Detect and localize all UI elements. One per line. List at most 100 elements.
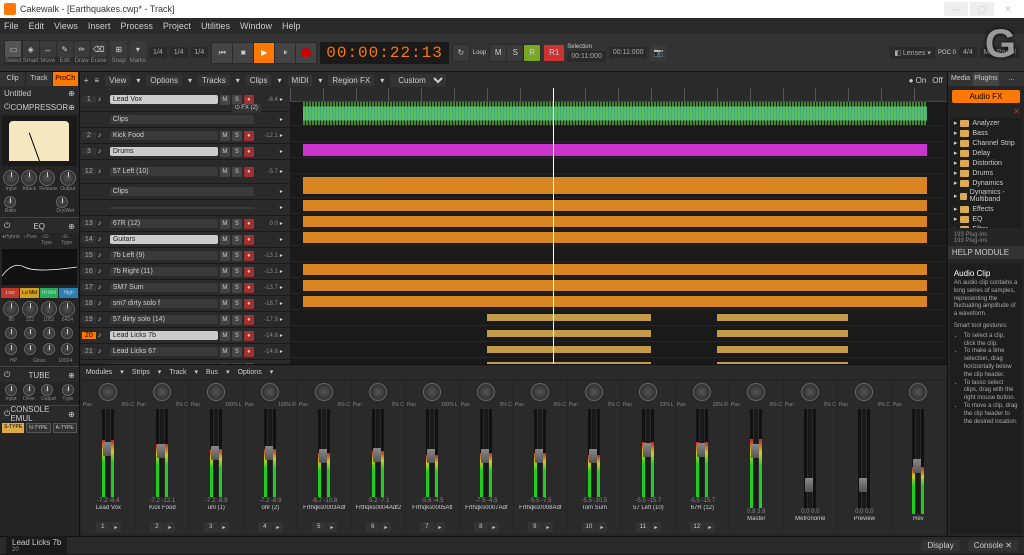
pan-knob[interactable] <box>531 383 549 401</box>
view-menu[interactable]: View <box>105 75 130 86</box>
power-icon[interactable]: ⏻ <box>4 221 10 231</box>
preset-name[interactable]: Untitled <box>4 89 31 98</box>
solo-button[interactable]: S <box>232 235 242 245</box>
menu-edit[interactable]: Edit <box>29 21 45 31</box>
strip-menu[interactable]: ▸ <box>543 522 553 532</box>
pan-knob[interactable] <box>477 383 495 401</box>
close-button[interactable]: ✕ <box>996 2 1020 16</box>
arm-button[interactable]: ● <box>244 315 254 325</box>
track-header[interactable]: 3 ♪ Drums MS● ▸ <box>80 144 290 160</box>
strip-menu[interactable]: ▸ <box>435 522 445 532</box>
audio-clip[interactable] <box>303 144 927 156</box>
audio-clip[interactable] <box>487 362 651 364</box>
browser-item[interactable]: ▸Bass <box>950 128 1022 138</box>
mute-button[interactable]: M <box>220 267 230 277</box>
track-name[interactable]: Lead Licks 7b <box>110 331 218 340</box>
strip-name[interactable]: ohr (2) <box>261 505 279 521</box>
arm-button[interactable]: ● <box>244 251 254 261</box>
clips-area[interactable] <box>290 88 947 364</box>
menu-insert[interactable]: Insert <box>88 21 111 31</box>
mixer-track-menu[interactable]: Track <box>169 369 186 376</box>
expand-arrow-icon[interactable]: ▸ <box>280 132 288 139</box>
audio-clip[interactable] <box>717 362 848 364</box>
audio-clip[interactable] <box>303 177 927 193</box>
audio-fx-button[interactable]: Audio FX <box>952 90 1020 103</box>
strip-name[interactable]: Frthqks0008Adf <box>519 505 561 521</box>
eq-q-2[interactable] <box>24 343 36 355</box>
track-name[interactable]: Lead Vox <box>110 95 218 104</box>
eq-gain-2[interactable] <box>24 327 36 339</box>
screenshot-button[interactable]: 📷 <box>650 45 666 61</box>
pan-knob[interactable] <box>315 383 333 401</box>
expand-arrow-icon[interactable]: ▸ <box>280 252 288 259</box>
expand-arrow-icon[interactable]: ▸ <box>280 348 288 355</box>
eq-freq-high[interactable] <box>59 301 75 317</box>
eq-graph[interactable] <box>2 249 77 285</box>
audio-clip[interactable] <box>303 264 927 275</box>
audio-clip[interactable] <box>717 346 848 354</box>
browser-item[interactable]: ▸Channel Strip <box>950 138 1022 148</box>
track-header[interactable]: ▸ <box>80 200 290 216</box>
mute-button[interactable]: M <box>220 131 230 141</box>
snap-value-2[interactable]: 1/4 <box>170 47 188 58</box>
pan-knob[interactable] <box>909 383 927 401</box>
rack-tab-track[interactable]: Track <box>26 72 52 86</box>
strip-name[interactable]: Frthqks0005Atl <box>412 505 452 521</box>
strip-name[interactable]: uhl (1) <box>208 505 225 521</box>
solo-button[interactable]: S <box>232 219 242 229</box>
clip-lane[interactable] <box>290 126 947 142</box>
strip-name[interactable]: Metronome <box>795 516 825 532</box>
strip-name[interactable]: 67R (12) <box>691 505 714 521</box>
clip-lane[interactable] <box>290 310 947 326</box>
mute-button[interactable]: M <box>220 347 230 357</box>
solo-button[interactable]: S <box>232 167 242 177</box>
browser-item[interactable]: ▸Dynamics - Multiband <box>950 188 1022 204</box>
mute-button[interactable]: M <box>220 283 230 293</box>
mute-button[interactable]: M <box>220 251 230 261</box>
track-name[interactable]: SM7 Sum <box>110 283 218 292</box>
track-header[interactable]: 18 ♪ sm7 dirty solo f MS● -18.7 ▸ <box>80 296 290 312</box>
arm-button[interactable]: ● <box>244 283 254 293</box>
browser-item[interactable]: ▸Analyzer <box>950 118 1022 128</box>
track-menu-button[interactable]: ≡ <box>95 76 100 85</box>
track-header[interactable]: Clips ▸ <box>80 112 290 128</box>
track-name[interactable]: Guitars <box>110 235 218 244</box>
solo-button[interactable]: S <box>232 315 242 325</box>
mixer-modules[interactable]: Modules <box>86 369 112 376</box>
tube-output[interactable] <box>41 384 53 396</box>
hp-label[interactable]: HP <box>1 358 26 364</box>
midi-menu[interactable]: MIDI <box>288 75 313 86</box>
track-name[interactable]: 7b Left (9) <box>110 251 218 260</box>
add-track-button[interactable]: + <box>84 76 89 85</box>
audio-clip[interactable] <box>303 232 927 243</box>
strip-menu[interactable]: ▸ <box>111 522 121 532</box>
rack-tab-proch[interactable]: ProCh <box>53 72 79 86</box>
solo-button[interactable]: S <box>232 251 242 261</box>
power-icon[interactable]: ⏻ <box>4 370 10 380</box>
arm-button[interactable]: ● <box>244 131 254 141</box>
clip-lane[interactable] <box>290 142 947 158</box>
expand-icon[interactable]: ⊕ <box>68 410 75 419</box>
track-name[interactable]: Kick Food <box>110 131 218 140</box>
expand-arrow-icon[interactable]: ▸ <box>280 220 288 227</box>
solo-button[interactable]: S <box>232 299 242 309</box>
tracks-menu[interactable]: Tracks <box>198 75 230 86</box>
snap-button[interactable]: ⊞ <box>111 41 127 57</box>
expand-arrow-icon[interactable]: ▸ <box>280 300 288 307</box>
expand-arrow-icon[interactable]: ▸ <box>280 268 288 275</box>
track-header[interactable]: 19 ♪ 57 dirty solo (14) MS● -17.9 ▸ <box>80 312 290 328</box>
eq-mode-etype[interactable]: ○E-Type <box>61 234 77 246</box>
strip-menu[interactable]: ▸ <box>705 522 715 532</box>
mute-button[interactable]: M <box>220 299 230 309</box>
selection-from[interactable]: 00:11:000 <box>567 51 606 62</box>
track-header[interactable]: 21 ♪ Lead Licks 67 MS● -14.8 ▸ <box>80 344 290 360</box>
strip-name[interactable]: Rev <box>913 516 924 532</box>
pan-knob[interactable] <box>693 383 711 401</box>
eq-freq-lomid[interactable] <box>22 301 38 317</box>
eq-q-1[interactable] <box>5 343 17 355</box>
custom-preset[interactable]: Custom <box>390 74 446 87</box>
audio-clip[interactable] <box>487 330 651 338</box>
mixer-bus-menu[interactable]: Bus <box>206 369 218 376</box>
eq-band-high[interactable]: High <box>59 288 77 298</box>
eq-mode-pure[interactable]: ○Pure <box>23 234 37 246</box>
